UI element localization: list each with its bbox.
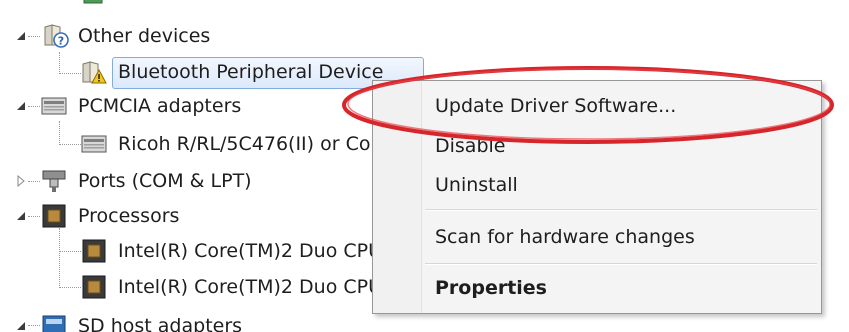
tree-guide <box>59 287 81 288</box>
tree-guide <box>59 121 60 145</box>
tree-item-ricoh-controller[interactable]: Ricoh R/RL/5C476(II) or Compatible CardB… <box>118 131 374 157</box>
sd-host-adapter-icon <box>40 313 68 332</box>
tree-guide <box>28 36 40 37</box>
tree-item-cpu[interactable]: Intel(R) Core(TM)2 Duo CPU <box>118 238 374 264</box>
menu-item-uninstall[interactable]: Uninstall <box>435 172 518 198</box>
tree-item-cpu-container[interactable]: Intel(R) Core(TM)2 Duo CPU <box>112 274 374 304</box>
expand-toggle[interactable] <box>14 29 28 43</box>
tree-item-bluetooth-peripheral-device[interactable]: Bluetooth Peripheral Device <box>118 59 383 85</box>
tree-guide <box>59 228 60 288</box>
processor-icon <box>80 274 108 300</box>
warning-device-icon <box>80 60 108 86</box>
menu-item-disable[interactable]: Disable <box>435 133 505 159</box>
pcmcia-adapter-icon <box>80 131 108 157</box>
clipped-device-icon <box>82 0 104 4</box>
tree-item-pcmcia-adapters[interactable]: PCMCIA adapters <box>78 93 241 119</box>
expand-toggle[interactable] <box>14 319 28 332</box>
tree-item-processors[interactable]: Processors <box>78 203 179 229</box>
tree-item-other-devices[interactable]: Other devices <box>78 23 210 49</box>
tree-guide <box>28 216 40 217</box>
tree-guide <box>59 251 81 252</box>
expand-toggle[interactable] <box>14 99 28 113</box>
collapse-arrow-icon <box>17 102 25 110</box>
unknown-device-icon: ? <box>42 23 70 49</box>
expand-toggle[interactable] <box>14 209 28 223</box>
expand-arrow-icon <box>17 175 25 187</box>
menu-item-update-driver-software[interactable]: Update Driver Software... <box>435 93 676 119</box>
tree-guide <box>59 144 81 145</box>
tree-item-cpu[interactable]: Intel(R) Core(TM)2 Duo CPU <box>118 274 374 300</box>
menu-icon-gutter <box>373 81 422 313</box>
menu-item-scan-for-hardware-changes[interactable]: Scan for hardware changes <box>435 224 695 250</box>
processor-icon <box>40 203 68 229</box>
tree-guide <box>28 106 40 107</box>
svg-text:?: ? <box>58 35 64 48</box>
tree-guide <box>59 73 81 74</box>
tree-guide <box>28 181 40 182</box>
collapse-arrow-icon <box>17 212 25 220</box>
context-menu: Update Driver Software... Disable Uninst… <box>372 80 822 314</box>
port-icon <box>40 168 68 194</box>
collapse-arrow-icon <box>17 32 25 40</box>
processor-icon <box>80 238 108 264</box>
tree-item-cpu-container[interactable]: Intel(R) Core(TM)2 Duo CPU <box>112 238 374 268</box>
expand-toggle[interactable] <box>14 174 28 188</box>
menu-separator <box>425 209 817 211</box>
tree-item-sd-host-adapters[interactable]: SD host adapters <box>78 313 242 332</box>
tree-guide <box>59 52 60 74</box>
menu-separator <box>425 263 817 265</box>
tree-item-ricoh-container[interactable]: Ricoh R/RL/5C476(II) or Compatible CardB… <box>112 131 374 161</box>
menu-item-properties[interactable]: Properties <box>435 275 547 301</box>
tree-guide <box>28 325 40 326</box>
device-manager-view: ? Other devices Bluetooth Peripheral Dev… <box>0 0 849 332</box>
tree-item-ports[interactable]: Ports (COM & LPT) <box>78 168 252 194</box>
collapse-arrow-icon <box>17 322 25 330</box>
pcmcia-adapter-icon <box>40 93 68 119</box>
